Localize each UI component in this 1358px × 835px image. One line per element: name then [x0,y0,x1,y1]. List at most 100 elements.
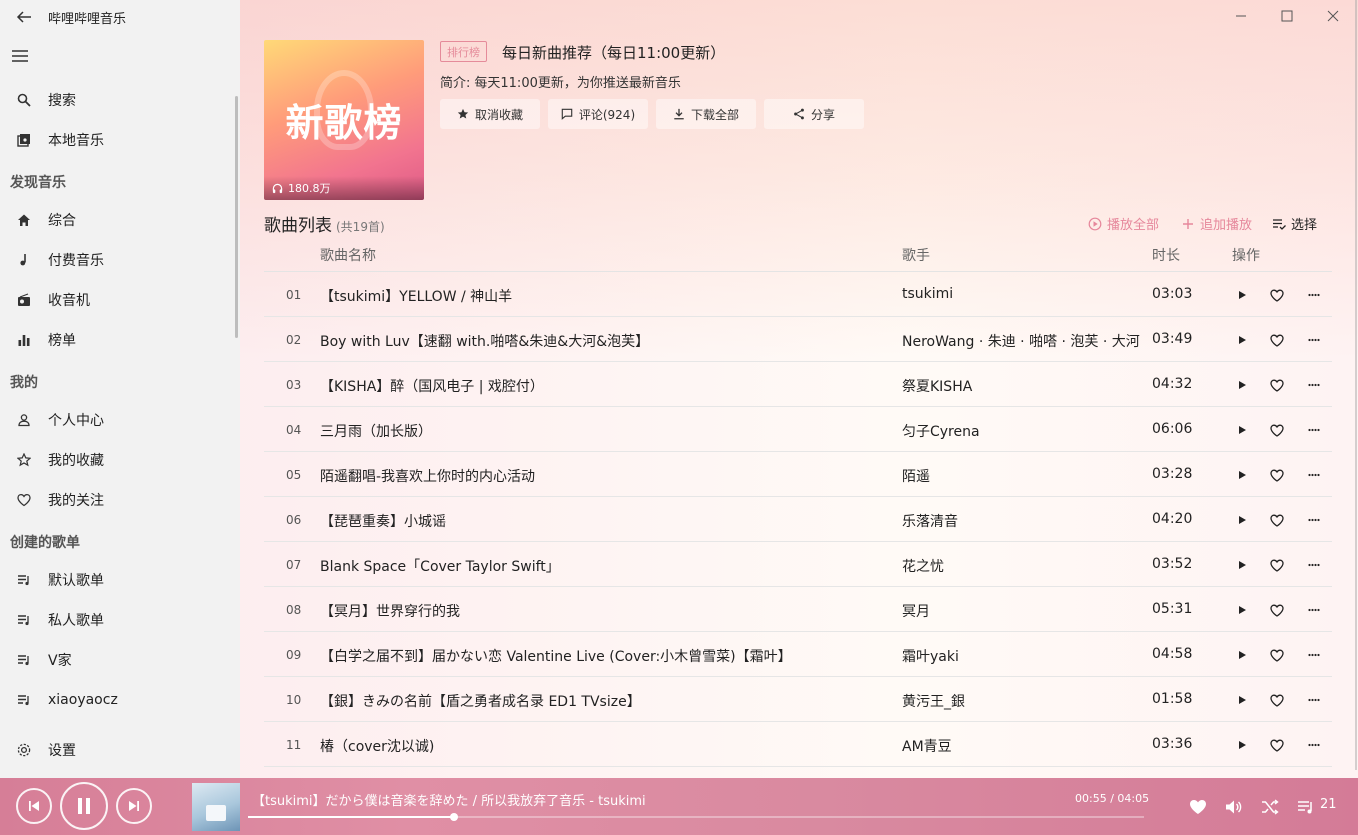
sidebar-item-search[interactable]: 搜索 [0,80,234,120]
minimize-button[interactable] [1218,0,1264,32]
progress-bar[interactable] [248,813,1144,821]
song-artist[interactable]: tsukimi [902,286,1142,302]
song-row[interactable]: 04 三月雨（加长版） 匀子Cyrena 06:06 [264,407,1332,452]
song-artist[interactable]: 冥月 [902,601,1142,621]
back-button[interactable] [0,0,48,34]
sidebar-item-paid-music[interactable]: 付费音乐 [0,240,234,280]
sidebar-item-playlist-xiaoyaocz[interactable]: xiaoyaocz [0,680,234,720]
sidebar-item-playlist-private[interactable]: 私人歌单 [0,600,234,640]
sidebar-item-following[interactable]: 我的关注 [0,480,234,520]
like-song-button[interactable] [1267,285,1287,305]
more-options-button[interactable] [1304,735,1324,755]
song-artist[interactable]: AM青豆 [902,736,1142,756]
more-options-button[interactable] [1304,465,1324,485]
song-index: 10 [286,693,302,707]
like-song-button[interactable] [1267,600,1287,620]
play-song-button[interactable] [1232,690,1252,710]
like-song-button[interactable] [1267,645,1287,665]
song-artist[interactable]: NeroWang · 朱迪 · 啪嗒 · 泡芙 · 大河 [902,331,1142,351]
play-all-button[interactable]: 播放全部 [1088,214,1159,233]
song-artist[interactable]: 霜叶yaki [902,646,1142,666]
song-row[interactable]: 07 Blank Space「Cover Taylor Swift」 花之忧 03:5… [264,542,1332,587]
song-artist[interactable]: 黄污王_銀 [902,691,1142,711]
queue-button[interactable] [1295,796,1317,818]
play-song-button[interactable] [1232,420,1252,440]
like-song-button[interactable] [1267,375,1287,395]
sidebar-item-radio[interactable]: 收音机 [0,280,234,320]
more-options-button[interactable] [1304,375,1324,395]
download-all-button[interactable]: 下载全部 [656,99,756,129]
song-artist[interactable]: 匀子Cyrena [902,421,1142,441]
sidebar-item-profile[interactable]: 个人中心 [0,400,234,440]
select-button[interactable]: 选择 [1272,214,1317,233]
more-options-button[interactable] [1304,600,1324,620]
unfavorite-button[interactable]: 取消收藏 [440,99,540,129]
like-song-button[interactable] [1267,690,1287,710]
like-button[interactable] [1187,796,1209,818]
like-song-button[interactable] [1267,735,1287,755]
play-song-button[interactable] [1232,330,1252,350]
share-button[interactable]: 分享 [764,99,864,129]
song-row[interactable]: 05 陌遥翻唱-我喜欢上你时的内心活动 陌遥 03:28 [264,452,1332,497]
like-song-button[interactable] [1267,555,1287,575]
next-button[interactable] [116,788,152,824]
pause-button[interactable] [60,782,108,830]
more-options-button[interactable] [1304,510,1324,530]
song-index: 09 [286,648,302,662]
play-song-button[interactable] [1232,555,1252,575]
song-artist[interactable]: 祭夏KISHA [902,376,1142,396]
song-row[interactable]: 09 【白学之届不到】届かない恋 Valentine Live (Cover:小木… [264,632,1332,677]
sidebar-item-playlist-vjia[interactable]: V家 [0,640,234,680]
menu-button[interactable] [10,46,30,66]
sidebar-item-settings[interactable]: 设置 [0,730,234,770]
play-song-button[interactable] [1232,510,1252,530]
now-playing-cover[interactable] [192,783,240,831]
progress-handle[interactable] [450,813,459,821]
song-index: 02 [286,333,302,347]
play-song-button[interactable] [1232,285,1252,305]
more-options-button[interactable] [1304,420,1324,440]
song-artist[interactable]: 花之忧 [902,556,1142,576]
song-row[interactable]: 02 Boy with Luv【速翻 with.啪嗒&朱迪&大河&泡芙】 NeroW… [264,317,1332,362]
song-row[interactable]: 03 【KISHA】醉（国风电子 | 戏腔付） 祭夏KISHA 04:32 [264,362,1332,407]
song-row[interactable]: 01 【tsukimi】YELLOW / 神山羊 tsukimi 03:03 [264,272,1332,317]
playlist-title: 每日新曲推荐（每日11:00更新） [502,44,726,62]
sidebar-item-local[interactable]: 本地音乐 [0,120,234,160]
sidebar-item-playlist-default[interactable]: 默认歌单 [0,560,234,600]
sidebar-item-overview[interactable]: 综合 [0,200,234,240]
main-scrollbar[interactable] [1355,0,1357,770]
more-options-button[interactable] [1304,330,1324,350]
play-song-button[interactable] [1232,600,1252,620]
volume-button[interactable] [1223,796,1245,818]
like-song-button[interactable] [1267,465,1287,485]
more-options-button[interactable] [1304,285,1324,305]
like-song-button[interactable] [1267,330,1287,350]
song-row[interactable]: 11 椿（cover沈以诚) AM青豆 03:36 [264,722,1332,767]
more-options-button[interactable] [1304,555,1324,575]
maximize-button[interactable] [1264,0,1310,32]
more-options-button[interactable] [1304,690,1324,710]
more-options-button[interactable] [1304,645,1324,665]
playlist-cover[interactable]: 新歌榜 180.8万 [264,40,424,200]
song-artist[interactable]: 陌遥 [902,466,1142,486]
sidebar-item-favorites[interactable]: 我的收藏 [0,440,234,480]
heart-icon [1270,424,1284,437]
previous-button[interactable] [16,788,52,824]
comment-button[interactable]: 评论(924) [548,99,648,129]
song-row[interactable]: 10 【銀】きみの名前【盾之勇者成名录 ED1 TVsize】 黄污王_銀 01:58 [264,677,1332,722]
play-song-button[interactable] [1232,465,1252,485]
like-song-button[interactable] [1267,420,1287,440]
like-song-button[interactable] [1267,510,1287,530]
song-artist[interactable]: 乐落清音 [902,511,1142,531]
play-song-button[interactable] [1232,645,1252,665]
song-index: 01 [286,288,302,302]
sidebar-scrollbar[interactable] [235,96,238,338]
close-button[interactable] [1310,0,1356,32]
song-row[interactable]: 08 【冥月】世界穿行的我 冥月 05:31 [264,587,1332,632]
sidebar-item-charts[interactable]: 榜单 [0,320,234,360]
shuffle-button[interactable] [1259,796,1281,818]
song-row[interactable]: 06 【琵琶重奏】小城谣 乐落清音 04:20 [264,497,1332,542]
play-song-button[interactable] [1232,375,1252,395]
play-song-button[interactable] [1232,735,1252,755]
add-to-queue-button[interactable]: 追加播放 [1181,214,1252,233]
